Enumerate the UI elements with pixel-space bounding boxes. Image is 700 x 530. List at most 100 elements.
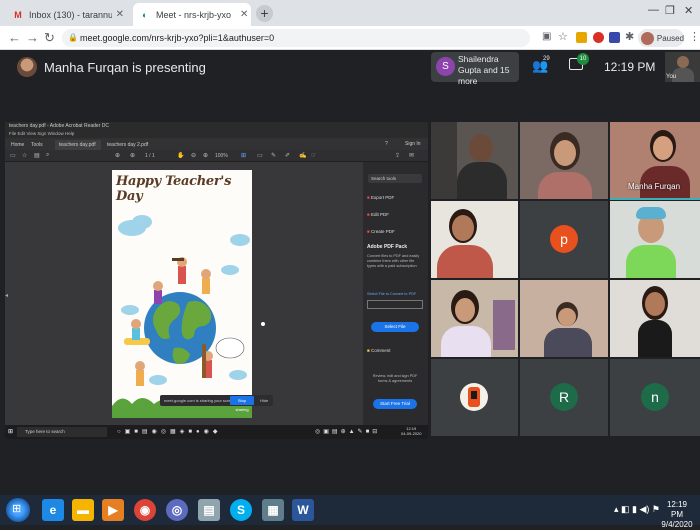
reader-promo-text: Convert files to PDF and easily combine …: [367, 254, 420, 268]
meet-icon: ◐: [142, 9, 148, 20]
active-speaker-indicator: [610, 198, 700, 200]
reader-zoom-out-icon: ⊖: [191, 153, 197, 159]
extension-download-icon[interactable]: [576, 32, 587, 43]
reader-select-file-label: Select File to Convert to PDF: [367, 292, 417, 296]
self-view-label: You: [666, 74, 677, 80]
forward-icon[interactable]: →: [26, 30, 39, 45]
reader-tools-search: Search tools: [368, 174, 422, 183]
tab-meet[interactable]: ◐ Meet - nrs-krjb-yxo ✕: [133, 3, 251, 26]
export-pdf-icon: ■: [367, 195, 370, 200]
taskbar-skype-icon[interactable]: S: [230, 499, 252, 521]
reader-page-indicator: 1 / 1: [145, 153, 155, 159]
video-tile[interactable]: n: [610, 359, 700, 436]
system-tray[interactable]: ▴ ◧ ▮ ◀) ⚑: [614, 504, 660, 515]
reader-promo-title: Adobe PDF Pack: [367, 244, 408, 250]
create-pdf-icon: ■: [367, 229, 370, 234]
reader-mail-icon: ✉: [409, 153, 415, 159]
os-taskbar: ⊞ e ▬ ▶ ◉ ◎ ▤ S ▦ W: [0, 495, 700, 525]
participant-initial: n: [641, 383, 669, 411]
reader-share-icon: ⇪: [395, 153, 401, 159]
taskbar-chrome-icon[interactable]: ◉: [134, 499, 156, 521]
extension-blue-icon[interactable]: [609, 32, 620, 43]
comment-icon: ■: [367, 348, 370, 353]
taskbar-control-panel-icon[interactable]: ▦: [262, 499, 284, 521]
reader-prev-page-icon: ⊕: [115, 153, 121, 159]
video-tile[interactable]: [431, 280, 518, 357]
tab-label: Inbox (130) - tarannum@theindi: [29, 9, 112, 20]
video-tile[interactable]: [610, 280, 700, 357]
taskbar-word-icon[interactable]: W: [292, 499, 314, 521]
profile-status: Paused: [656, 33, 684, 43]
extension-red-icon[interactable]: [593, 32, 604, 43]
participant-avatar: S: [436, 57, 455, 76]
hide-banner-button: Hide: [260, 398, 269, 403]
edit-pdf-icon: ■: [367, 212, 370, 217]
close-tab-icon[interactable]: ✕: [236, 9, 248, 20]
minimize-icon[interactable]: —: [648, 4, 659, 16]
reader-create-pdf: ■ Create PDF: [367, 229, 395, 234]
taskbar-ie-icon[interactable]: e: [42, 499, 64, 521]
participant-name: Manha Furqan: [628, 182, 681, 191]
profile-button[interactable]: Paused: [638, 29, 684, 47]
reader-comment: ■ Comment: [367, 348, 391, 353]
shared-search-box: Type here to search: [17, 427, 107, 437]
back-icon[interactable]: ←: [8, 30, 21, 45]
video-tile[interactable]: [520, 280, 608, 357]
video-tile[interactable]: R: [520, 359, 608, 436]
browser-toolbar: ← → ↻ 🔒 meet.google.com/nrs-krjb-yxo?pli…: [0, 26, 700, 50]
video-tile[interactable]: [520, 122, 608, 199]
reader-comment-icon: ▭: [257, 153, 263, 159]
reader-toolbar: ▭ ☆ ▤ ⌕ ⊕ ⊕ 1 / 1 ✋ ⊖ ⊕ 100% ⊞ ▭ ✎ ✐ ✍ ☞…: [5, 150, 428, 162]
extensions-puzzle-icon[interactable]: ✱: [625, 30, 634, 43]
reader-edit-pdf: ■ Edit PDF: [367, 212, 389, 217]
participants-summary: Shailendra Gupta and 15 more: [458, 54, 510, 86]
reader-stamp-icon: ☞: [311, 153, 317, 159]
taskbar-recycle-icon[interactable]: ▤: [198, 499, 220, 521]
video-tile[interactable]: [610, 201, 700, 278]
reader-tab-doc: teachers day.pdf: [55, 140, 101, 150]
maximize-icon[interactable]: ❐: [665, 4, 675, 17]
chat-count-badge: 10: [577, 53, 589, 65]
video-tile[interactable]: [431, 359, 518, 436]
reader-tab-doc2: teachers day 2.pdf: [107, 142, 149, 148]
reload-icon[interactable]: ↻: [44, 30, 55, 46]
video-tile[interactable]: [431, 201, 518, 278]
chrome-menu-icon[interactable]: ⋮: [689, 30, 700, 43]
taskbar-clock[interactable]: 12:19 PM 9/4/2020: [661, 500, 693, 530]
participant-initial: p: [550, 225, 578, 253]
gmail-icon: M: [14, 9, 22, 20]
reader-tools-pane: Search tools ■ Export PDF ■ Edit PDF ■ C…: [363, 162, 428, 439]
start-button[interactable]: ⊞: [6, 498, 30, 522]
shared-taskbar: ⊞ Type here to search ○▣■▤◉◎▦◈■●◉◆ ◎▣▤⊕▲…: [5, 425, 428, 439]
shared-start-icon: ⊞: [8, 429, 14, 435]
pdf-page: Happy Teacher's Day: [112, 170, 252, 418]
shared-clock: 12:19 04-09-2020: [401, 426, 422, 436]
reader-export-pdf: ■ Export PDF: [367, 195, 395, 200]
shared-tray-icons: ◎▣▤⊕▲✎■⊟: [315, 429, 381, 435]
bookmark-star-icon[interactable]: ☆: [558, 30, 568, 43]
address-bar[interactable]: 🔒 meet.google.com/nrs-krjb-yxo?pli=1&aut…: [62, 29, 530, 47]
share-banner-text: meet.google.com is sharing your screen.: [164, 398, 237, 403]
participant-avatar-image: [460, 383, 488, 411]
people-count: 29: [543, 56, 550, 62]
close-window-icon[interactable]: ✕: [684, 4, 693, 17]
profile-avatar: [641, 31, 654, 45]
new-tab-button[interactable]: +: [256, 5, 273, 22]
video-tile[interactable]: Manha Furqan: [610, 122, 700, 199]
reader-tab-tools: Tools: [31, 142, 43, 148]
video-tile[interactable]: p: [520, 201, 608, 278]
tab-gmail[interactable]: M Inbox (130) - tarannum@theindi ✕: [6, 3, 130, 26]
taskbar-media-player-icon[interactable]: ▶: [102, 499, 124, 521]
close-tab-icon[interactable]: ✕: [112, 9, 124, 20]
video-tile[interactable]: [431, 122, 518, 199]
url-text: meet.google.com/nrs-krjb-yxo?pli=1&authu…: [80, 33, 275, 43]
camera-icon[interactable]: ▣: [542, 31, 551, 42]
reader-select-file-button: Select File: [371, 322, 419, 332]
taskbar-chrome-canary-icon[interactable]: ◎: [166, 499, 188, 521]
shared-screen: teachers day.pdf - Adobe Acrobat Reader …: [5, 122, 428, 439]
reader-zoom-in-icon: ⊕: [203, 153, 209, 159]
taskbar-explorer-icon[interactable]: ▬: [72, 499, 94, 521]
reader-highlight-icon: ✐: [285, 153, 291, 159]
taskbar-time: 12:19 PM: [666, 500, 688, 519]
tab-label: Meet - nrs-krjb-yxo: [156, 9, 232, 20]
